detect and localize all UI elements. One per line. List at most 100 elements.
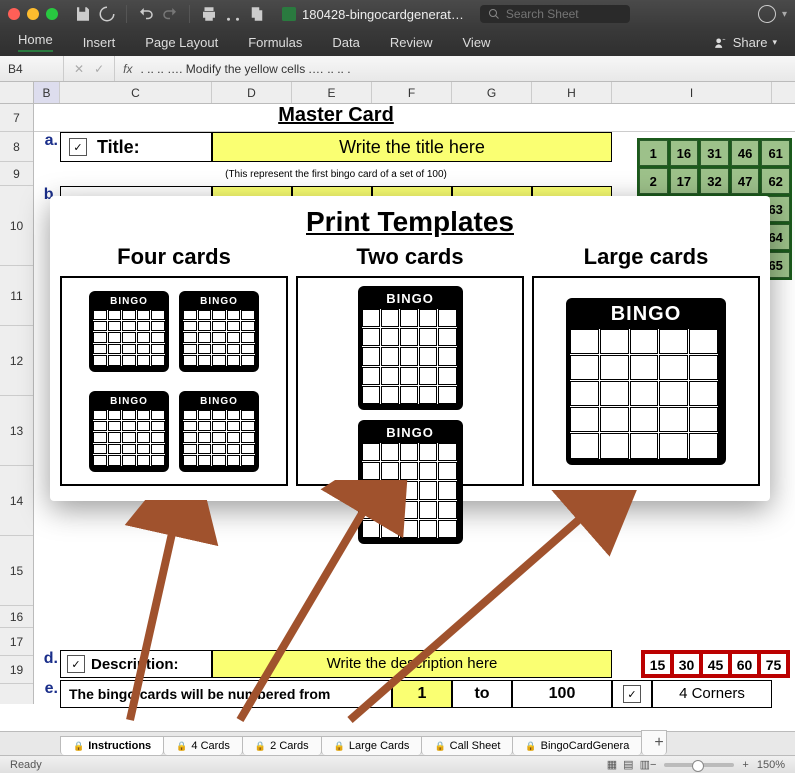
four-cards-heading: Four cards bbox=[60, 244, 288, 270]
grid-cell[interactable]: 47 bbox=[731, 168, 760, 194]
search-icon bbox=[488, 8, 500, 20]
status-bar: Ready ▦ ▤ ▥ − + 150% bbox=[0, 755, 795, 773]
red-num: 15 bbox=[644, 653, 671, 675]
tab-insert[interactable]: Insert bbox=[83, 35, 116, 50]
cell-reference[interactable]: B4 bbox=[0, 56, 64, 81]
grid-cell[interactable]: 17 bbox=[670, 168, 699, 194]
label-a: a. bbox=[34, 132, 60, 162]
close-window-button[interactable] bbox=[8, 8, 20, 20]
zoom-level[interactable]: 150% bbox=[757, 759, 785, 771]
large-cards-preview[interactable]: BINGO bbox=[532, 276, 760, 486]
row-header-10[interactable]: 10 bbox=[0, 186, 33, 266]
title-input-cell[interactable]: Write the title here bbox=[212, 132, 612, 162]
row-header-15[interactable]: 15 bbox=[0, 536, 33, 606]
col-header-H[interactable]: H bbox=[532, 82, 612, 103]
sheet-tab-large[interactable]: 🔒Large Cards bbox=[321, 736, 423, 755]
row-header-17[interactable]: 17 bbox=[0, 628, 33, 656]
col-header-E[interactable]: E bbox=[292, 82, 372, 103]
row-header-16[interactable]: 16 bbox=[0, 606, 33, 628]
print-icon[interactable] bbox=[200, 5, 218, 23]
ribbon-tabs: Home Insert Page Layout Formulas Data Re… bbox=[0, 28, 795, 56]
row-header-13[interactable]: 13 bbox=[0, 396, 33, 466]
grid-cell[interactable]: 1 bbox=[639, 140, 668, 166]
row-header-19[interactable]: 19 bbox=[0, 656, 33, 684]
tab-home[interactable]: Home bbox=[18, 32, 53, 52]
row-header-12[interactable]: 12 bbox=[0, 326, 33, 396]
sheet-tab-generator[interactable]: 🔒BingoCardGenera bbox=[512, 736, 642, 755]
cancel-formula-icon[interactable]: ✕ bbox=[74, 62, 84, 76]
fx-label[interactable]: fx bbox=[115, 62, 140, 76]
view-page-icon[interactable]: ▤ bbox=[623, 758, 633, 771]
document-title: 180428-bingocardgenerat… bbox=[282, 7, 464, 22]
minimize-window-button[interactable] bbox=[27, 8, 39, 20]
sheet-tab-2cards[interactable]: 🔒2 Cards bbox=[242, 736, 322, 755]
master-card-title: Master Card bbox=[60, 104, 612, 130]
lock-icon: 🔒 bbox=[176, 741, 187, 752]
select-all-corner[interactable] bbox=[0, 82, 34, 103]
row-header-11[interactable]: 11 bbox=[0, 266, 33, 326]
formula-bar: B4 ✕ ✓ fx . .. .. …. Modify the yellow c… bbox=[0, 56, 795, 82]
title-note: (This represent the first bingo card of … bbox=[60, 169, 612, 180]
grid-cell[interactable]: 2 bbox=[639, 168, 668, 194]
description-checkbox[interactable]: ✓ bbox=[67, 655, 85, 673]
formula-input[interactable]: . .. .. …. Modify the yellow cells .… ..… bbox=[140, 62, 795, 76]
tab-data[interactable]: Data bbox=[332, 35, 359, 50]
zoom-slider[interactable] bbox=[664, 763, 734, 767]
zoom-window-button[interactable] bbox=[46, 8, 58, 20]
tab-page-layout[interactable]: Page Layout bbox=[145, 35, 218, 50]
print-templates-title: Print Templates bbox=[60, 206, 760, 238]
save-icon[interactable] bbox=[74, 5, 92, 23]
feedback-icon[interactable] bbox=[758, 5, 776, 23]
zoom-out-button[interactable]: − bbox=[650, 759, 656, 771]
confirm-formula-icon[interactable]: ✓ bbox=[94, 62, 104, 76]
lock-icon: 🔒 bbox=[334, 741, 345, 752]
red-num: 75 bbox=[760, 653, 787, 675]
tab-formulas[interactable]: Formulas bbox=[248, 35, 302, 50]
autosave-icon[interactable] bbox=[98, 5, 116, 23]
grid-cell[interactable]: 61 bbox=[761, 140, 790, 166]
redo-icon[interactable] bbox=[161, 5, 179, 23]
col-header-D[interactable]: D bbox=[212, 82, 292, 103]
zoom-in-button[interactable]: + bbox=[742, 759, 748, 771]
print-templates-panel: Print Templates Four cards BINGO BINGO B… bbox=[50, 196, 770, 501]
four-cards-preview[interactable]: BINGO BINGO BINGO BINGO bbox=[60, 276, 288, 486]
view-break-icon[interactable]: ▥ bbox=[640, 758, 650, 771]
search-sheet[interactable] bbox=[480, 5, 630, 23]
row-header-8[interactable]: 8 bbox=[0, 132, 33, 162]
col-header-C[interactable]: C bbox=[60, 82, 212, 103]
tab-review[interactable]: Review bbox=[390, 35, 433, 50]
sheet-tab-callsheet[interactable]: 🔒Call Sheet bbox=[421, 736, 513, 755]
row-header-7[interactable]: 7 bbox=[0, 104, 33, 132]
copy-icon[interactable] bbox=[248, 5, 266, 23]
from-number-cell[interactable]: 1 bbox=[392, 680, 452, 708]
tab-view[interactable]: View bbox=[463, 35, 491, 50]
search-input[interactable] bbox=[506, 7, 606, 21]
add-sheet-button[interactable]: + bbox=[641, 730, 667, 755]
grid-cell[interactable]: 32 bbox=[700, 168, 729, 194]
grid-cell[interactable]: 46 bbox=[731, 140, 760, 166]
chevron-down-icon[interactable]: ▾ bbox=[782, 9, 787, 20]
window-controls bbox=[8, 8, 58, 20]
undo-icon[interactable] bbox=[137, 5, 155, 23]
col-header-F[interactable]: F bbox=[372, 82, 452, 103]
title-checkbox[interactable]: ✓ bbox=[69, 138, 87, 156]
col-header-G[interactable]: G bbox=[452, 82, 532, 103]
view-normal-icon[interactable]: ▦ bbox=[607, 758, 617, 771]
share-button[interactable]: Share ▾ bbox=[714, 35, 777, 50]
corners-checkbox[interactable]: ✓ bbox=[623, 685, 641, 703]
sheet-tab-4cards[interactable]: 🔒4 Cards bbox=[163, 736, 243, 755]
sheet-tab-instructions[interactable]: 🔒Instructions bbox=[60, 736, 164, 755]
col-header-B[interactable]: B bbox=[34, 82, 60, 103]
row-header-9[interactable]: 9 bbox=[0, 162, 33, 186]
two-cards-preview[interactable]: BINGO BINGO bbox=[296, 276, 524, 486]
grid-cell[interactable]: 62 bbox=[761, 168, 790, 194]
col-header-I[interactable]: I bbox=[612, 82, 772, 103]
lock-icon: 🔒 bbox=[255, 741, 266, 752]
grid-cell[interactable]: 16 bbox=[670, 140, 699, 166]
grid-cell[interactable]: 31 bbox=[700, 140, 729, 166]
row-header-14[interactable]: 14 bbox=[0, 466, 33, 536]
red-num: 45 bbox=[702, 653, 729, 675]
description-input-cell[interactable]: Write the description here bbox=[212, 650, 612, 678]
cut-icon[interactable] bbox=[224, 5, 242, 23]
corners-label: 4 Corners bbox=[652, 680, 772, 708]
